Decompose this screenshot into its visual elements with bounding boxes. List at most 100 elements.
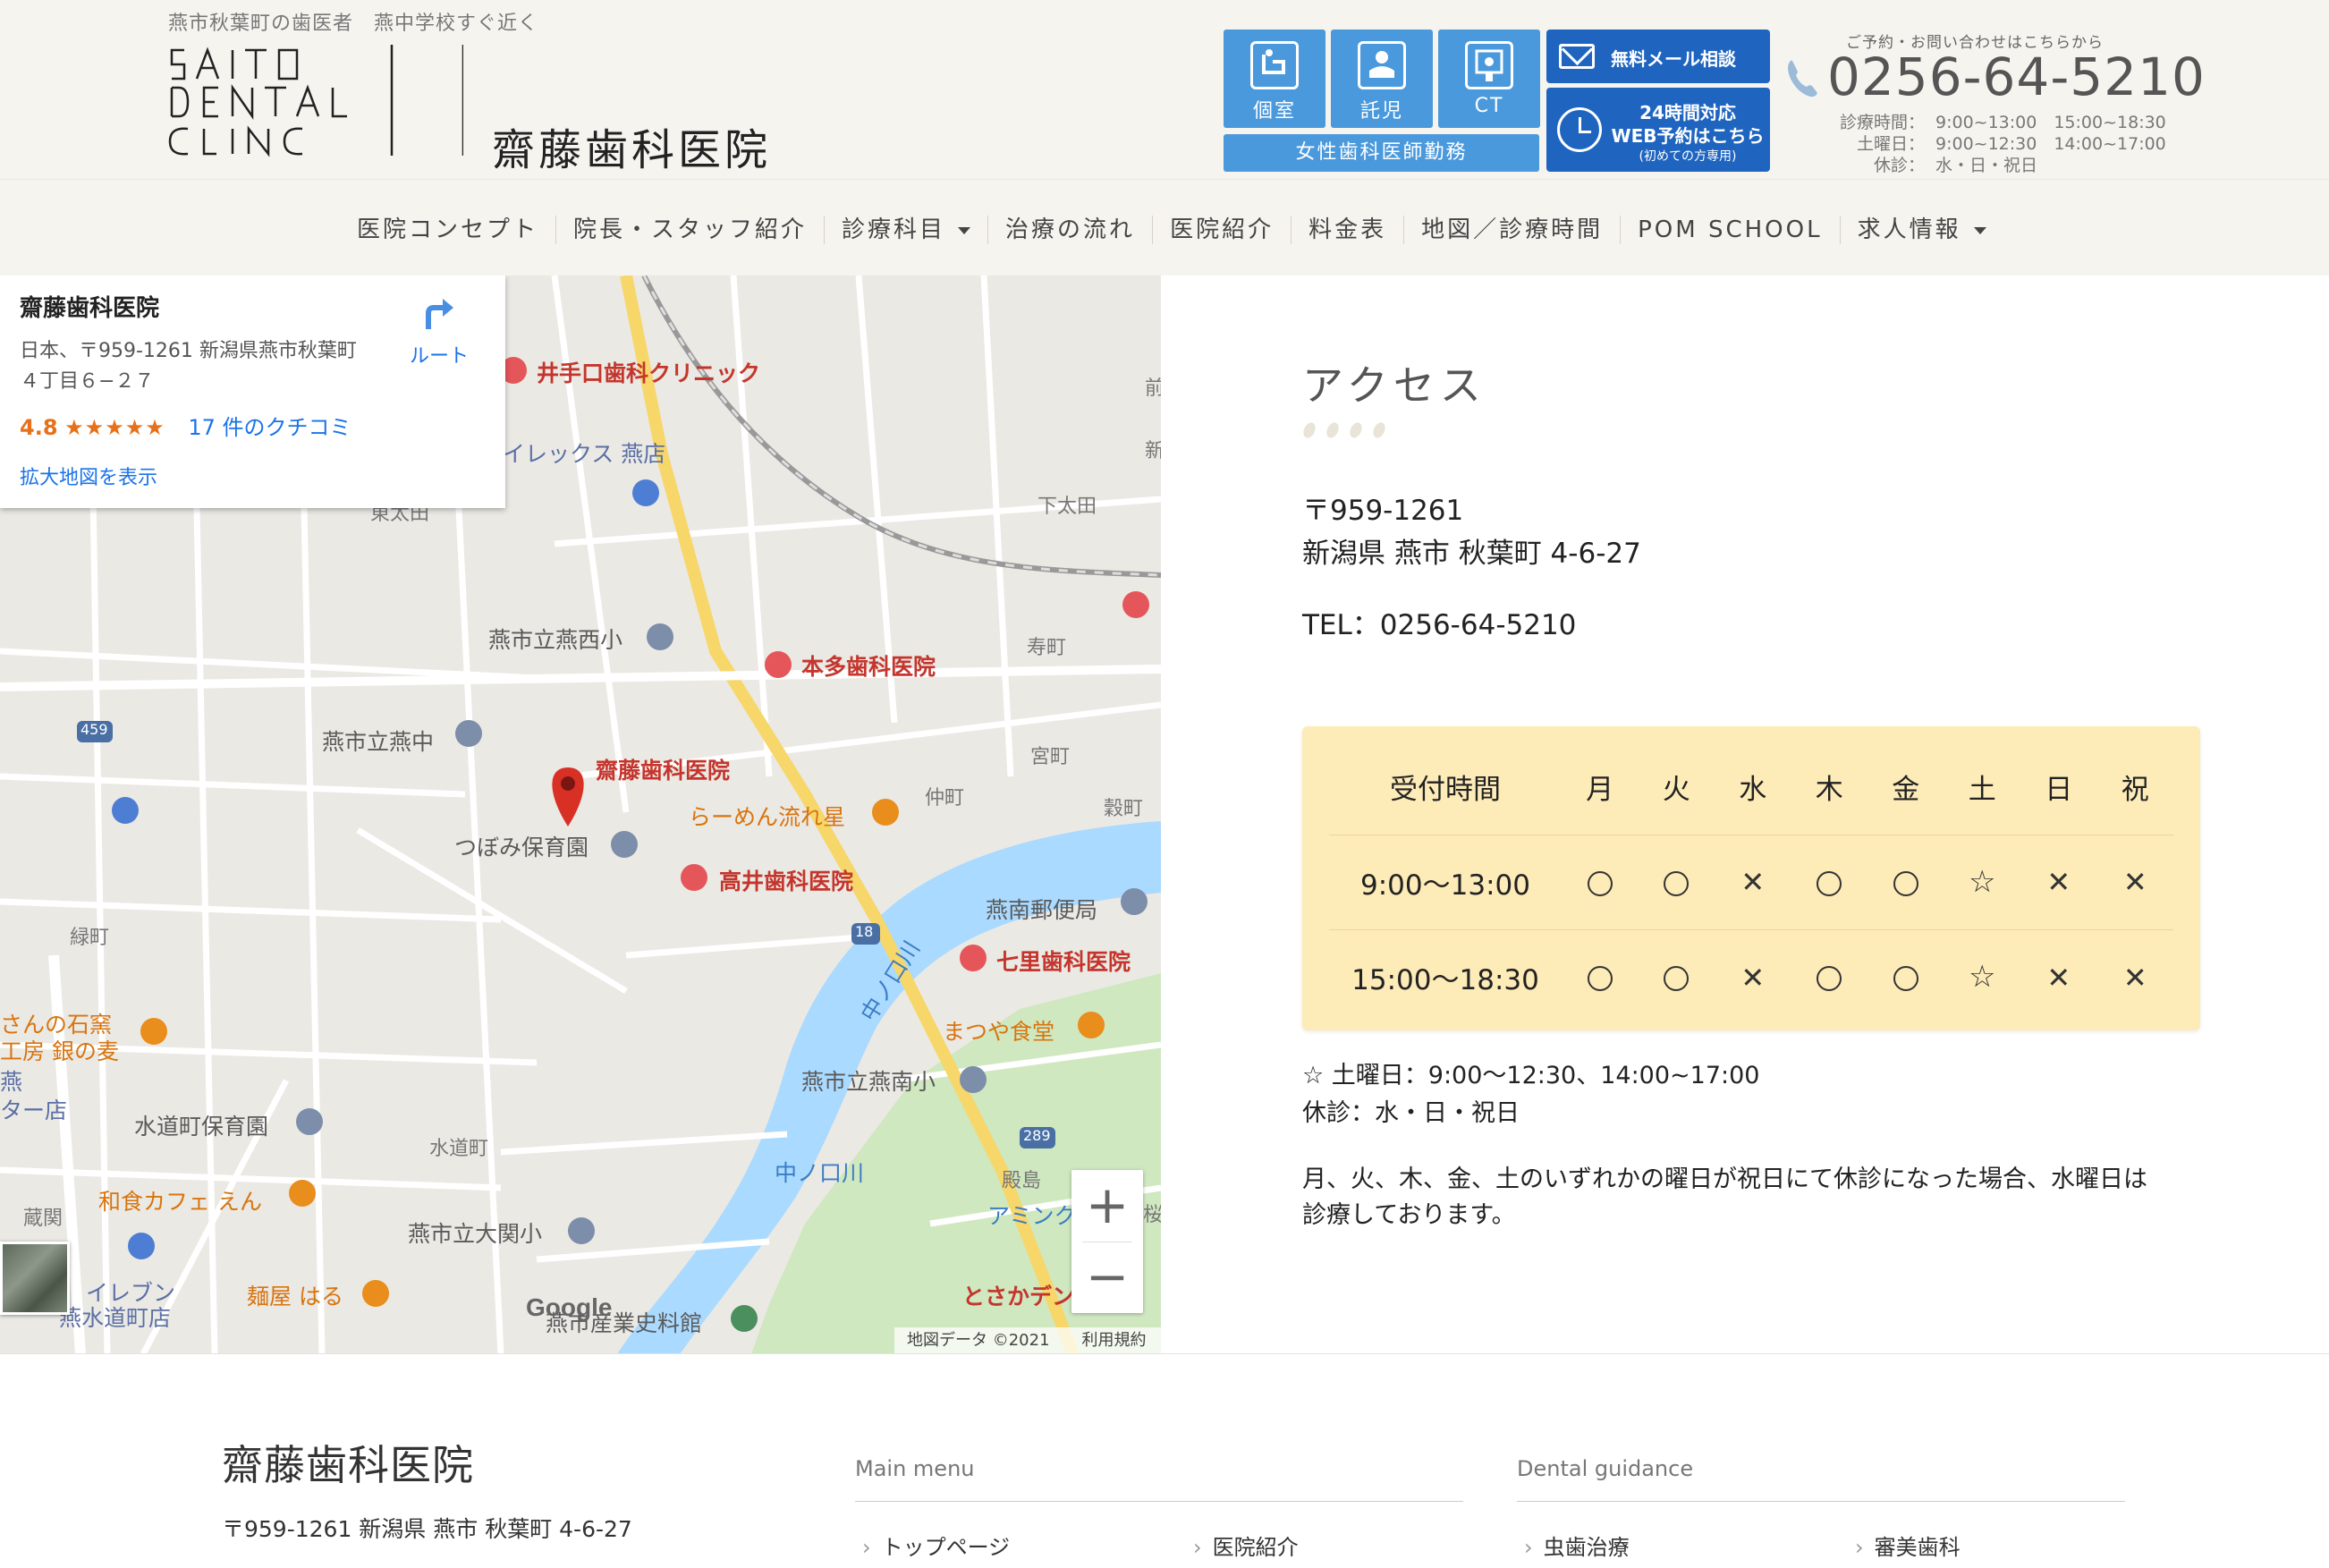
map-label-saito-dental[interactable]: 齋藤歯科医院 <box>596 753 730 785</box>
footer-clinic-name: 齋藤歯科医院 <box>222 1441 474 1489</box>
nav-label: 医院コンセプト <box>357 216 539 243</box>
schedule-header: 日 <box>2020 740 2097 835</box>
map-attribution[interactable]: 地図データ ©2021 利用規約 <box>894 1327 1161 1354</box>
mail-icon <box>1559 44 1595 69</box>
map-label[interactable]: 燕市立燕西小 <box>488 623 622 655</box>
feature-childcare[interactable]: 託児 <box>1331 30 1433 128</box>
map-label[interactable]: 燕市立大関小 <box>408 1216 542 1249</box>
schedule-mark <box>1562 835 1639 930</box>
map-label[interactable]: らーめん流れ星 <box>689 800 845 832</box>
schedule-mark <box>1639 929 1715 1024</box>
site-header: 燕市秋葉町の歯医者 燕中学校すぐ近く 齋藤歯科医院 個室 託児 CT 女性歯科医… <box>0 0 2329 179</box>
map-label: 仲町 <box>925 787 965 809</box>
schedule-header: 木 <box>1791 740 1867 835</box>
free-mail-consult-button[interactable]: 無料メール相談 <box>1546 30 1770 83</box>
nav-item-pom-school[interactable]: POM SCHOOL <box>1620 216 1839 244</box>
route-label: ルート <box>409 345 469 368</box>
closed-cross-icon: ✕ <box>2122 865 2147 900</box>
map-label[interactable]: 麺屋 はる <box>247 1279 343 1311</box>
map-label[interactable]: つぼみ保育園 <box>454 830 589 862</box>
google-logo: Google <box>526 1293 613 1321</box>
open-circle-icon <box>1817 965 1842 991</box>
schedule-mark: ☆ <box>1944 929 2021 1024</box>
telephone[interactable]: TEL：0256-64-5210 <box>1302 602 1576 642</box>
map-label[interactable]: 水道町保育園 <box>134 1109 268 1141</box>
nav-item-recruit[interactable]: 求人情報 <box>1839 216 2003 244</box>
map-label[interactable]: 燕市立燕中 <box>322 725 434 757</box>
footer-main-menu-heading: Main menu <box>855 1456 975 1481</box>
zoom-in-button[interactable]: + <box>1071 1170 1143 1242</box>
childcare-icon <box>1358 41 1406 89</box>
nav-item-concept[interactable]: 医院コンセプト <box>340 216 555 244</box>
nav-item-staff[interactable]: 院長・スタッフ紹介 <box>555 216 824 244</box>
enlarge-map-link[interactable]: 拡大地図を表示 <box>20 462 157 490</box>
nav-item-clinic[interactable]: 医院紹介 <box>1152 216 1291 244</box>
schedule-header: 受付時間 <box>1329 740 1562 835</box>
caret-down-icon <box>1973 226 1986 234</box>
schedule-mark <box>1562 929 1639 1024</box>
schedule-header: 水 <box>1715 740 1791 835</box>
footer-link-caries[interactable]: 虫歯治療 <box>1524 1530 1630 1561</box>
schedule-row: 9:00〜13:00 ✕ ☆ ✕ ✕ <box>1329 835 2173 930</box>
map-label[interactable]: 工房 銀の麦 <box>0 1034 119 1066</box>
closed-days-note: 休診：水・日・祝日 <box>1302 1099 1520 1127</box>
open-circle-icon <box>1893 965 1918 991</box>
schedule-mark: ☆ <box>1944 835 2020 930</box>
map-label[interactable]: まつや食堂 <box>943 1014 1054 1047</box>
schedule-mark: ✕ <box>2097 929 2174 1024</box>
map-label[interactable]: 和食カフェ えん <box>98 1184 262 1216</box>
map-label[interactable]: 七里歯科医院 <box>996 945 1131 977</box>
saito-dental-clinic-logo[interactable] <box>168 43 463 157</box>
schedule-table: 受付時間 月 火 水 木 金 土 日 祝 9:00〜13:00 ✕ ☆ ✕ ✕ … <box>1302 726 2200 1030</box>
map-label[interactable]: 燕 <box>0 1064 22 1097</box>
nav-item-fees[interactable]: 料金表 <box>1291 216 1403 244</box>
reviews-link[interactable]: 17 件のクチコミ <box>188 415 351 440</box>
hours-row: 休診： 水・日・祝日 <box>1825 152 2037 176</box>
map-label[interactable]: 本多歯科医院 <box>801 649 936 682</box>
heading-ornament <box>1300 420 1397 442</box>
google-map[interactable]: 井手口歯科クリニック イレックス 燕店 東太田 下太田 燕市立燕西小 本多歯科医… <box>0 275 1161 1354</box>
route-button[interactable]: ルート <box>399 293 479 369</box>
map-label[interactable]: 燕南郵便局 <box>986 893 1097 925</box>
satellite-toggle[interactable] <box>0 1242 70 1315</box>
footer-divider <box>0 1353 2329 1354</box>
schedule-header: 祝 <box>2096 740 2173 835</box>
hours-value: 9:00~13:00 15:00~18:30 <box>1935 113 2166 132</box>
zoom-control: + − <box>1071 1170 1143 1313</box>
route-459-label: 459 <box>80 721 108 738</box>
zoom-out-button[interactable]: − <box>1071 1242 1143 1313</box>
nav-label: 診療科目 <box>842 216 946 243</box>
web-button-line1: 24時間対応 <box>1639 102 1736 123</box>
hours-label: 土曜日： <box>1856 134 1925 154</box>
clinic-name: 齋藤歯科医院 <box>492 125 772 175</box>
map-label[interactable]: 燕市立燕南小 <box>801 1064 936 1097</box>
map-label[interactable]: 高井歯科医院 <box>719 864 853 896</box>
map-label[interactable]: ター店 <box>0 1093 67 1125</box>
map-label[interactable]: アミンク <box>987 1199 1077 1231</box>
feature-private-room[interactable]: 個室 <box>1224 30 1325 128</box>
closed-cross-icon: ✕ <box>2122 960 2147 995</box>
female-doctor-banner[interactable]: 女性歯科医師勤務 <box>1224 134 1539 172</box>
star-icon: ☆ <box>1969 864 1996 900</box>
map-label[interactable]: 井手口歯科クリニック <box>537 356 760 388</box>
phone-number[interactable]: 0256-64-5210 <box>1827 47 2206 107</box>
footer-link-top[interactable]: トップページ <box>862 1530 1011 1561</box>
footer-link-clinic[interactable]: 医院紹介 <box>1193 1530 1299 1561</box>
postal-code: 〒959-1261 <box>1302 495 1464 527</box>
schedule-mark <box>1791 835 1867 930</box>
nav-item-flow[interactable]: 治療の流れ <box>987 216 1152 244</box>
map-label[interactable]: イレックス 燕店 <box>503 436 665 469</box>
map-label[interactable]: 燕水道町店 <box>59 1301 171 1333</box>
route-289-label: 289 <box>1023 1127 1051 1144</box>
nav-item-map-hours[interactable]: 地図／診療時間 <box>1403 216 1620 244</box>
feature-ct[interactable]: CT <box>1438 30 1540 128</box>
web-reservation-button[interactable]: 24時間対応 WEB予約はこちら (初めての方専用) <box>1546 88 1770 172</box>
hours-label: 休診： <box>1873 156 1925 175</box>
map-label[interactable]: とさかデン <box>962 1279 1074 1311</box>
nav-item-treatments[interactable]: 診療科目 <box>824 216 987 244</box>
map-label: 桜 <box>1143 1204 1161 1226</box>
map-label: 殿島 <box>1002 1170 1042 1192</box>
footer-link-aesthetic[interactable]: 審美歯科 <box>1855 1530 1961 1561</box>
nav-label: 地図／診療時間 <box>1421 216 1604 243</box>
phone-icon <box>1788 60 1817 97</box>
